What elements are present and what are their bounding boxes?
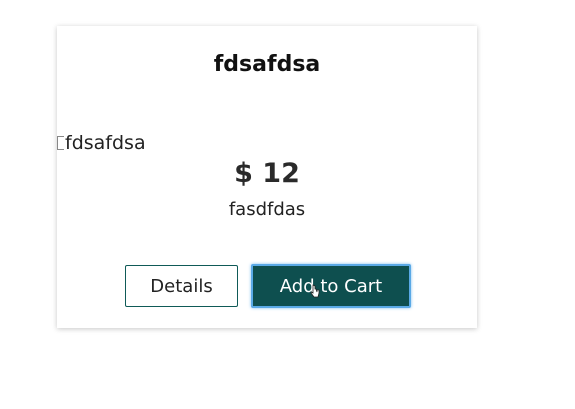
product-image-alt-text: fdsafdsa bbox=[65, 132, 146, 154]
product-description: fasdfdas bbox=[228, 199, 306, 220]
product-title: fdsafdsa bbox=[213, 52, 321, 77]
product-price: $ 12 bbox=[234, 158, 300, 189]
details-button[interactable]: Details bbox=[125, 265, 238, 307]
product-image: fdsafdsa bbox=[57, 132, 146, 154]
broken-image-icon bbox=[57, 136, 64, 150]
pointer-cursor-icon bbox=[310, 284, 320, 298]
product-card: fdsafdsa fdsafdsa $ 12 fasdfdas Details … bbox=[57, 26, 477, 328]
add-to-cart-button[interactable]: Add to Cart bbox=[251, 264, 411, 308]
